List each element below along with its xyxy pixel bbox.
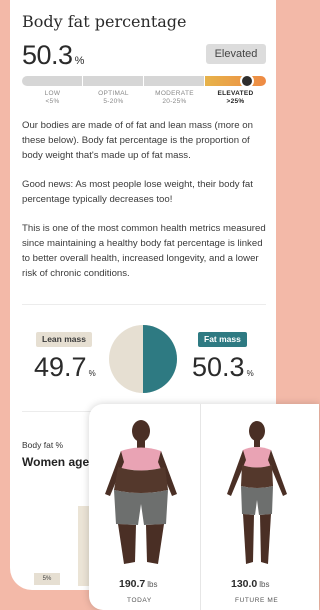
today-avatar xyxy=(105,420,177,564)
range-segment-optimal xyxy=(83,76,143,86)
today-weight: 190.7 lbs xyxy=(119,578,158,590)
range-label-optimal: OPTIMAL 5-20% xyxy=(98,90,129,105)
range-labels: LOW <5% OPTIMAL 5-20% MODERATE 20-25% ELEVA… xyxy=(22,90,266,110)
lean-mass-badge: Lean mass xyxy=(36,332,92,347)
comparison-heading: Women ages xyxy=(22,455,96,469)
range-segment-low xyxy=(22,76,82,86)
page-title: Body fat percentage xyxy=(22,12,187,31)
range-segment-moderate xyxy=(144,76,204,86)
range-label-moderate: MODERATE 20-25% xyxy=(155,90,194,105)
status-badge: Elevated xyxy=(206,44,266,64)
range-scale xyxy=(22,74,266,88)
range-segment-elevated xyxy=(205,76,266,86)
range-marker xyxy=(240,74,254,88)
paragraph: This is one of the most common health me… xyxy=(22,223,266,279)
paragraph: Our bodies are made of of fat and lean m… xyxy=(22,120,253,161)
future-weight: 130.0 lbs xyxy=(231,578,270,590)
future-panel: 130.0 lbs FUTURE ME xyxy=(201,404,319,610)
comparison-badge: 5% xyxy=(34,573,60,585)
body-fat-number: 50.3 xyxy=(22,40,73,70)
fat-slice xyxy=(143,325,177,393)
today-panel: 190.7 lbs TODAY xyxy=(89,404,200,610)
lean-mass-value: 49.7% xyxy=(34,352,96,382)
composition-pie xyxy=(109,325,177,393)
fat-mass-badge: Fat mass xyxy=(198,332,247,347)
range-label-low: LOW <5% xyxy=(44,90,61,105)
future-avatar xyxy=(227,421,287,564)
projection-card: 190.7 lbs TODAY 130.0 lbs FUTURE ME xyxy=(89,404,319,610)
body-fat-unit: % xyxy=(74,55,85,67)
description: Our bodies are made of of fat and lean m… xyxy=(22,118,267,295)
paragraph: Good news: As most people lose weight, t… xyxy=(22,179,253,205)
body-figure-icon xyxy=(227,421,287,564)
fat-mass-value: 50.3% xyxy=(192,352,254,382)
comparison-label: Body fat % xyxy=(22,440,64,450)
divider xyxy=(22,304,266,305)
range-label-elevated: ELEVATED >25% xyxy=(217,90,254,105)
future-label: FUTURE ME xyxy=(235,597,279,604)
body-figure-icon xyxy=(105,420,177,564)
today-label: TODAY xyxy=(127,597,152,604)
body-fat-value: 50.3% xyxy=(22,40,84,71)
